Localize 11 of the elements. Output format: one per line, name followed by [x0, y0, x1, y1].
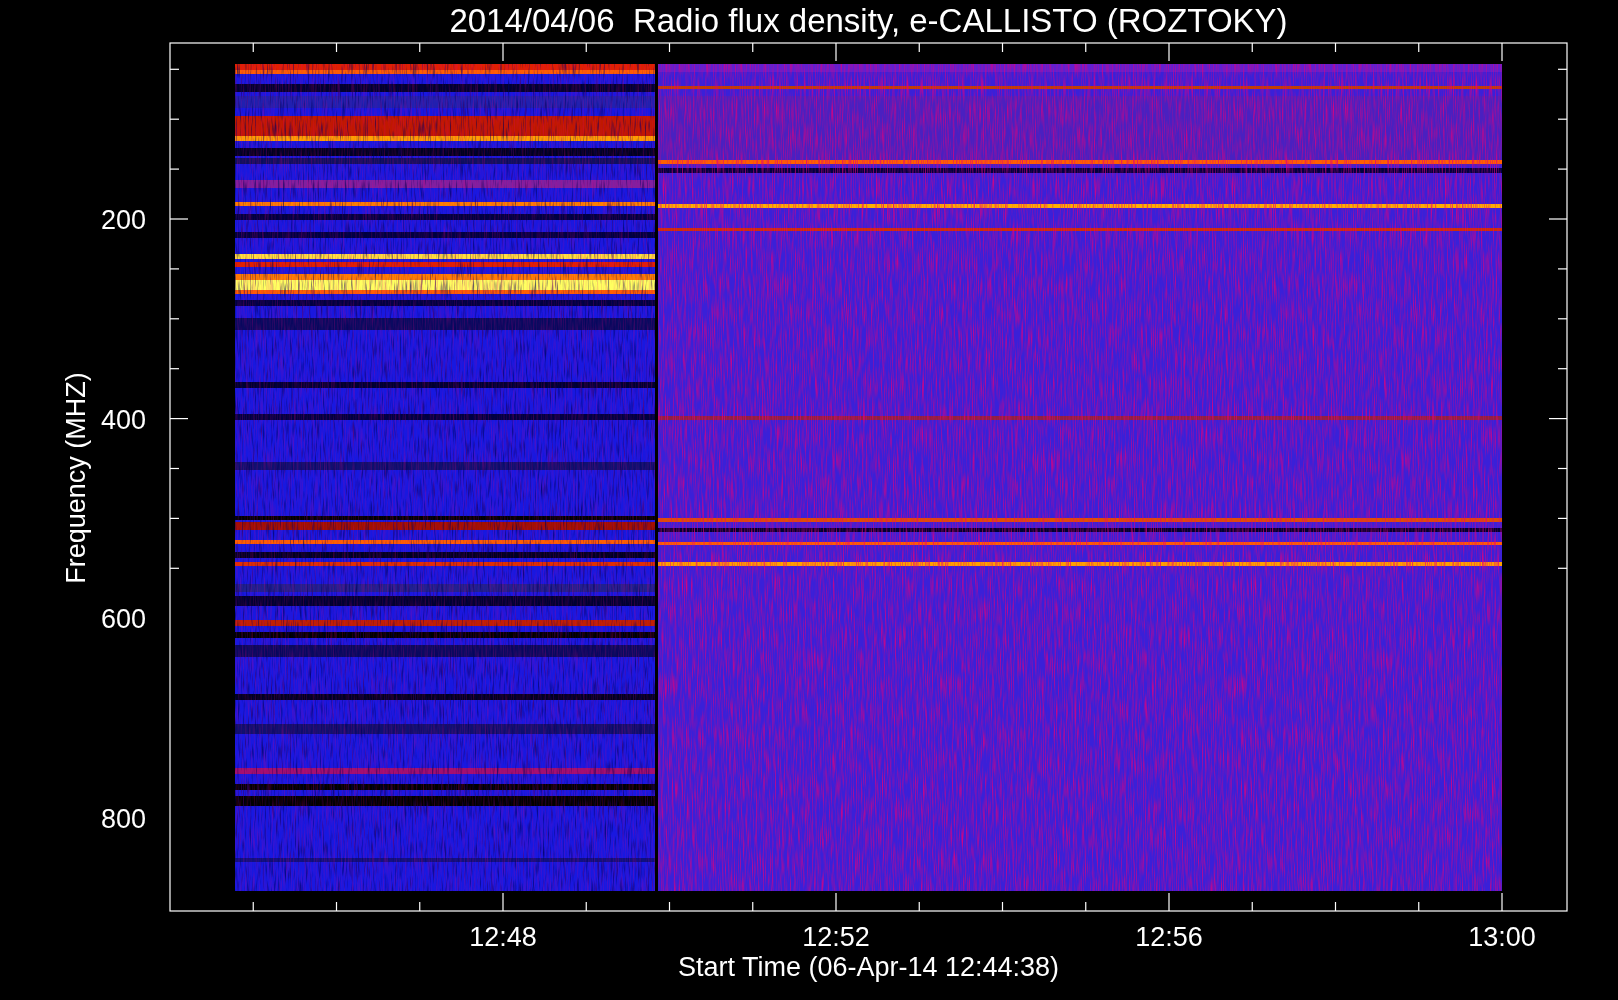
axis-label: Frequency (MHZ) — [61, 372, 91, 584]
chart-title: 2014/04/06 Radio flux density, e-CALLISTO (ROZTOKY) — [449, 2, 1288, 39]
tick-label: 12:48 — [469, 922, 537, 952]
tick-label: 200 — [100, 205, 146, 235]
tick-label: 400 — [100, 404, 146, 435]
tick-label: 12:56 — [1135, 922, 1203, 952]
tick-label: 600 — [100, 604, 146, 634]
tick-label: 13:00 — [1468, 922, 1536, 952]
axis-label: Start Time (06-Apr-14 12:44:38) — [677, 952, 1060, 982]
tick-label: 800 — [100, 803, 146, 834]
tick-label: 12:52 — [802, 922, 870, 952]
